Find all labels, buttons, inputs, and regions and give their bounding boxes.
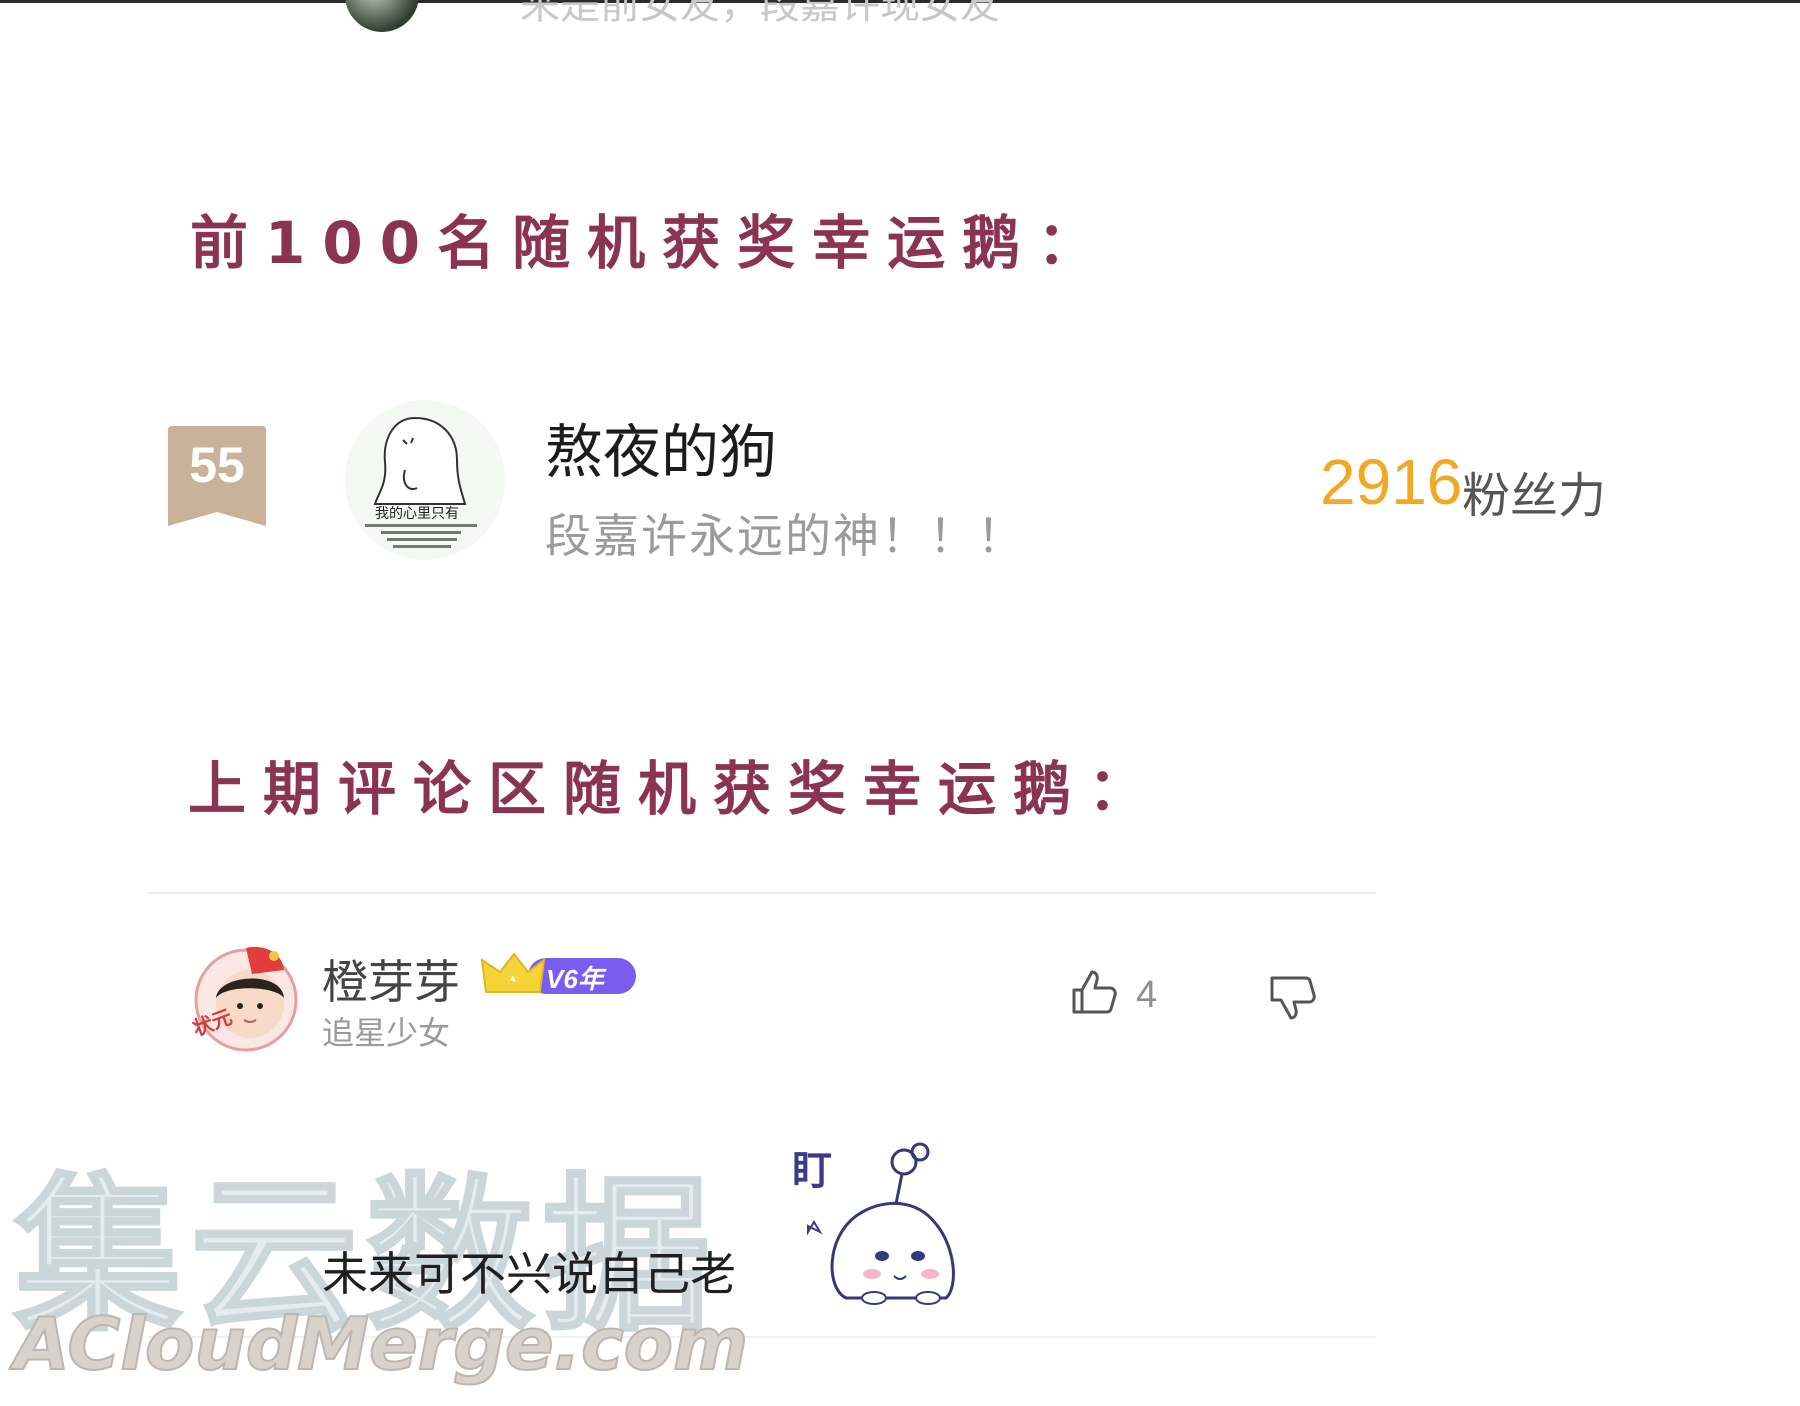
- user-avatar[interactable]: 状元: [190, 940, 302, 1052]
- like-count: 4: [1136, 974, 1158, 1016]
- comment-text: 未来可不兴说自己老: [322, 1247, 736, 1301]
- ghost-sticker-icon: 我的心里只有: [345, 400, 505, 560]
- avatar-caption: 我的心里只有: [375, 506, 459, 522]
- last-comment-winners-heading: 上期评论区随机获奖幸运鹅：: [188, 755, 1164, 823]
- watermark-url: ACloudMerge.com: [13, 1301, 749, 1387]
- staring-sticker-icon: 盯: [792, 1142, 955, 1305]
- top100-winners-heading: 前100名随机获奖幸运鹅：: [190, 209, 1113, 277]
- rank-motto: 段嘉许永远的神！！！: [545, 509, 1025, 563]
- comment-username[interactable]: 橙芽芽: [322, 946, 460, 1012]
- rank-number: 55: [189, 437, 245, 493]
- fan-power-value: 2916: [1320, 446, 1463, 518]
- fan-power-unit: 粉丝力: [1462, 468, 1607, 524]
- comment-top-divider: [148, 892, 1376, 894]
- rank-avatar[interactable]: 我的心里只有: [345, 400, 505, 560]
- vip-level: V6年: [546, 964, 604, 994]
- previous-comment-text: 来是前女友，段嘉许现女友: [520, 0, 1000, 28]
- thumbs-down-icon[interactable]: [1268, 974, 1316, 1022]
- thumbs-up-icon[interactable]: [1070, 968, 1118, 1016]
- sticker-text: 盯: [792, 1148, 832, 1194]
- user-title: 追星少女: [322, 1014, 451, 1052]
- rank-username[interactable]: 熬夜的狗: [545, 405, 777, 489]
- previous-avatar: [345, 0, 419, 32]
